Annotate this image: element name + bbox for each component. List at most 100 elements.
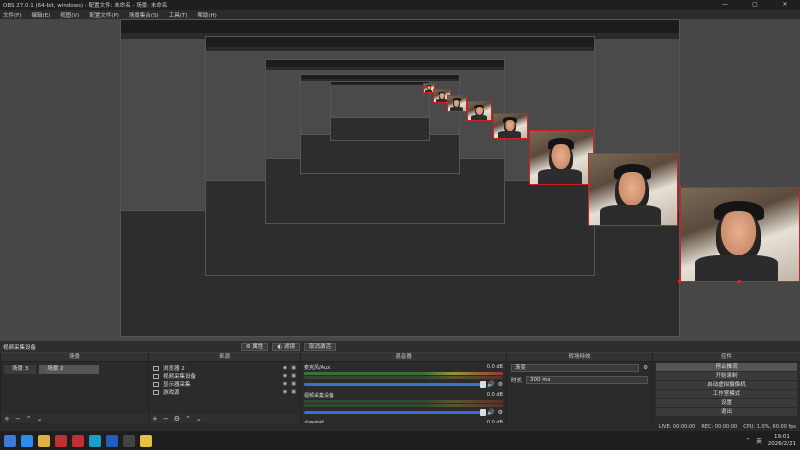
resize-handle[interactable] [678,280,681,283]
remove-icon[interactable]: − [163,415,169,423]
close-button[interactable]: ✕ [770,0,800,10]
window-titlebar: OBS 27.0.1 (64-bit, windows) - 配置文件: 未命名… [0,0,800,10]
menu-profile[interactable]: 配置文件(P) [89,11,119,19]
visibility-icon[interactable]: ◉ [283,389,287,395]
channel-name: 视频采集设备 [304,393,335,399]
resize-handle[interactable] [678,185,681,188]
mixer-dock: 混音器 麦克风/Aux0.0 dB 🔊⚙ 视频采集设备0.0 dB 🔊⚙ 桌面音… [300,353,506,431]
volume-meter [304,372,503,375]
selected-source-label: 视频采集设备 [3,344,37,351]
transitions-dock: 转场特效 渐变 ⚙ 时长 300 ms [506,353,652,423]
menu-file[interactable]: 文件(F) [3,11,21,19]
menu-help[interactable]: 帮助(H) [197,11,216,19]
scenes-dock: 场景 场景 3 场景 2 + − ⌃ ⌄ [0,353,148,423]
red-app-icon-2[interactable] [72,434,84,447]
clock[interactable]: 19:01 2026/2/21 [768,434,796,448]
gear-icon[interactable]: ⚙ [643,365,648,371]
webcam-thumbnail-6 [529,130,594,185]
visibility-icon[interactable]: ◉ [283,365,287,371]
gear-icon[interactable]: ⚙ [498,381,503,388]
photos-icon[interactable] [106,434,118,447]
webcam-thumbnail-3 [447,95,467,112]
start-virtual-camera-button[interactable]: 启动虚拟摄像机 [656,381,797,389]
scene-item-active[interactable]: 场景 2 [39,365,100,374]
volume-meter [304,376,503,379]
preview-canvas[interactable] [0,19,800,341]
lock-icon[interactable]: ▣ [291,373,296,379]
ime-indicator[interactable]: 英 [756,437,762,445]
source-item[interactable]: 浏览器 2 ◉ ▣ [149,364,300,372]
properties-button[interactable]: ⚙ 属性 [240,342,269,351]
stop-streaming-button[interactable]: 停止推流 [656,363,797,371]
up-arrow-icon[interactable]: ⌃ [26,415,32,423]
channel-name: 麦克风/Aux [304,365,331,371]
window-controls: — ▢ ✕ [710,0,800,10]
windows-start-icon[interactable] [4,434,16,447]
speaker-icon[interactable]: 🔊 [487,381,494,388]
duration-input[interactable]: 300 ms [526,376,648,384]
exit-button[interactable]: 退出 [656,408,797,416]
menu-scene-collection[interactable]: 场景集合(S) [129,11,159,19]
source-item[interactable]: 游戏源 ◉ ▣ [149,388,300,396]
webcam-thumbnail-4 [467,101,492,121]
maximize-button[interactable]: ▢ [740,0,770,10]
add-icon[interactable]: + [152,415,158,423]
up-arrow-icon[interactable]: ⌃ [185,415,191,423]
camera-source-icon [153,373,159,379]
lock-icon[interactable]: ▣ [291,381,296,387]
filters-button[interactable]: ◐ 滤镜 [272,342,300,351]
menu-view[interactable]: 视图(V) [60,11,79,19]
chevron-up-icon[interactable]: ⌃ [746,438,751,444]
gear-icon[interactable]: ⚙ [174,415,180,423]
scenes-footer: + − ⌃ ⌄ [1,414,148,423]
volume-slider[interactable] [304,409,487,416]
volume-meter [304,400,503,403]
transition-select[interactable]: 渐变 [511,364,640,372]
sources-dock: 来源 浏览器 2 ◉ ▣ 视频采集设备 ◉ ▣ 显示器采集 ◉ ▣ 游戏源 ◉ ▣ + − ⚙ ⌃ ⌄ [148,353,300,423]
lock-icon[interactable]: ▣ [291,389,296,395]
edge-icon[interactable] [89,434,101,447]
down-arrow-icon[interactable]: ⌄ [37,415,43,423]
add-icon[interactable]: + [4,415,10,423]
monitor-source-icon [153,381,159,387]
volume-meter [304,404,503,407]
channel-db: 0.0 dB [486,392,503,398]
clock-date: 2026/2/21 [767,440,796,447]
mixer-channel: 麦克风/Aux 0.0 dB 🔊 ⚙ [301,362,506,390]
browser-icon[interactable] [21,434,33,447]
taskbar [0,431,800,450]
bilibili-icon[interactable] [140,434,152,447]
source-toolbar: 视频采集设备 ⚙ 属性 ◐ 滤镜 取消激活 [0,341,800,352]
down-arrow-icon[interactable]: ⌄ [196,415,202,423]
controls-title: 控件 [653,353,800,362]
red-app-icon[interactable] [55,434,67,447]
mixer-channel: 视频采集设备 0.0 dB 🔊 ⚙ [301,390,506,418]
deactivate-button[interactable]: 取消激活 [303,342,336,351]
scene-item[interactable]: 场景 3 [4,365,37,374]
volume-slider[interactable] [304,381,487,388]
gear-icon[interactable]: ⚙ [498,409,503,416]
minimize-button[interactable]: — [710,0,740,10]
webcam-selected-source[interactable] [680,187,800,282]
webcam-thumbnail-7 [588,153,678,226]
folder-icon[interactable] [38,434,50,447]
menu-edit[interactable]: 编辑(E) [31,11,50,19]
start-recording-button[interactable]: 开始录制 [656,372,797,380]
source-item[interactable]: 显示器采集 ◉ ▣ [149,380,300,388]
visibility-icon[interactable]: ◉ [283,373,287,379]
settings-button[interactable]: 设置 [656,399,797,407]
speaker-icon[interactable]: 🔊 [487,409,494,416]
resize-handle[interactable] [738,280,741,283]
remove-icon[interactable]: − [15,415,21,423]
source-item[interactable]: 视频采集设备 ◉ ▣ [149,372,300,380]
visibility-icon[interactable]: ◉ [283,381,287,387]
status-bar: LIVE: 00:00:00 REC: 00:00:00 CPU: 1.0%, … [0,423,800,431]
studio-mode-button[interactable]: 工作室模式 [656,390,797,398]
channel-db: 0.0 dB [486,364,503,370]
game-source-icon [153,389,159,395]
scenes-title: 场景 [1,353,148,362]
obs-icon[interactable] [123,434,135,447]
clock-time: 19:01 [773,433,790,440]
lock-icon[interactable]: ▣ [291,365,296,371]
menu-tools[interactable]: 工具(T) [169,11,188,19]
